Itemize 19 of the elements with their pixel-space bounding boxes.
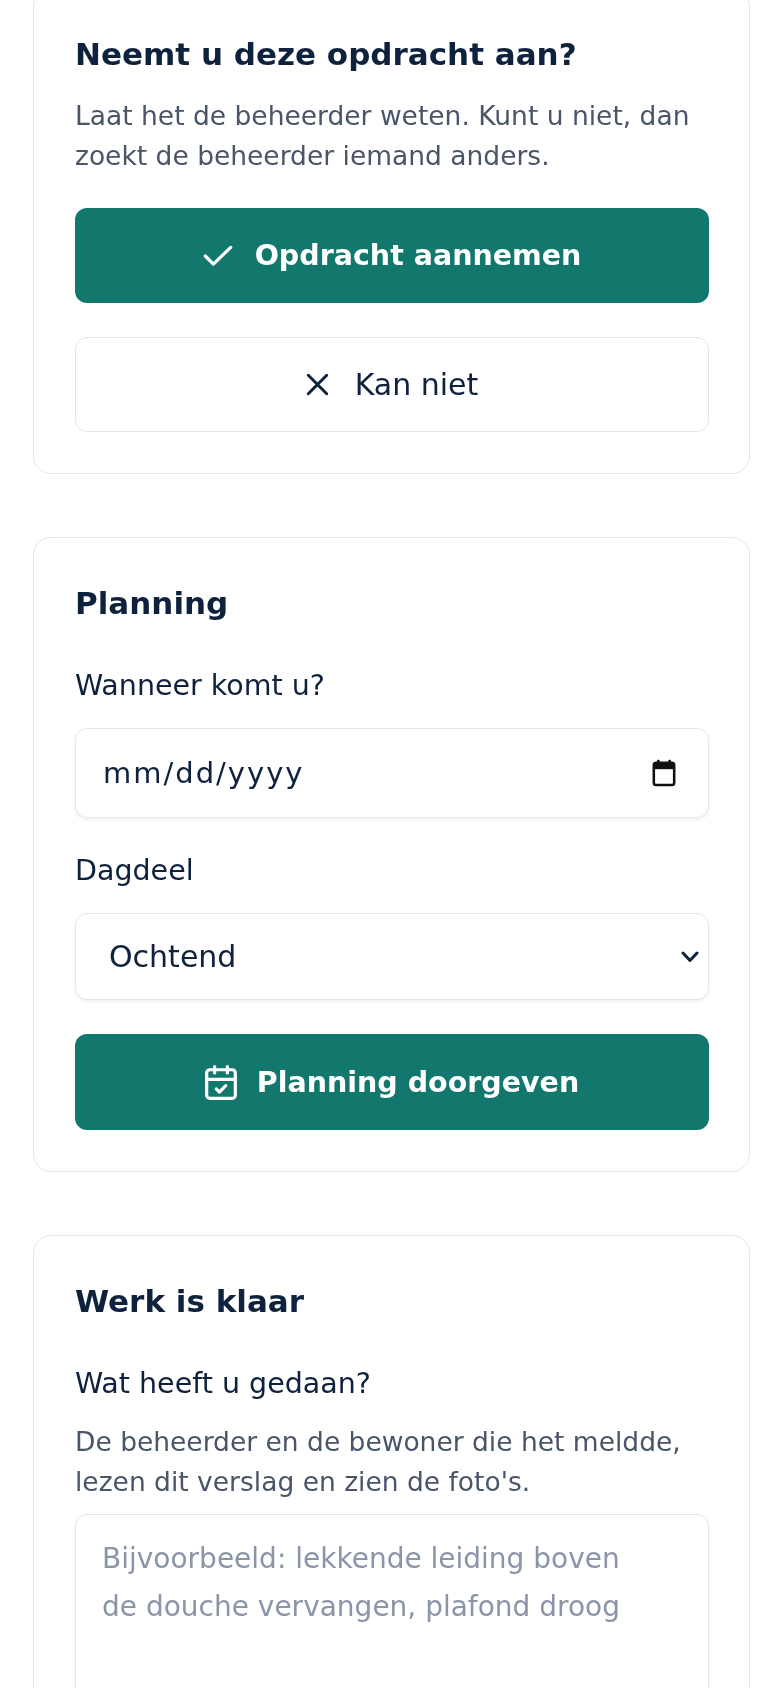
- field-help-text: De beheerder en de bewoner die het meldde, lezen dit verslag en zien de foto's.: [75, 1425, 682, 1499]
- accept-button[interactable]: Opdracht aannemen: [75, 208, 709, 303]
- submit-planning-button[interactable]: Planning doorgeven: [75, 1034, 709, 1130]
- card-title: Werk is klaar: [75, 1282, 306, 1321]
- card-title: Neemt u deze opdracht aan?: [75, 35, 578, 74]
- field-label: Dagdeel: [75, 853, 195, 889]
- close-icon: [305, 373, 329, 396]
- decline-button[interactable]: Kan niet: [75, 337, 709, 432]
- daypart-select[interactable]: Ochtend: [75, 913, 709, 1000]
- card-title: Planning: [75, 584, 230, 623]
- calendar-check-icon: [204, 1064, 237, 1100]
- field-label: Wat heeft u gedaan?: [75, 1366, 372, 1402]
- field-label: Wanneer komt u?: [75, 668, 326, 704]
- check-icon: [202, 244, 233, 267]
- report-textarea[interactable]: Bijvoorbeeld: lekkende leiding boven de douche vervangen, plafond droog: [75, 1514, 709, 1688]
- chevron-down-icon: [681, 950, 699, 963]
- card-description: Laat het de beheerder weten. Kunt u niet, dan zoekt de beheerder iemand anders.: [75, 99, 691, 173]
- date-field[interactable]: mm/dd/yyyy: [75, 728, 709, 818]
- calendar-icon[interactable]: [651, 759, 677, 787]
